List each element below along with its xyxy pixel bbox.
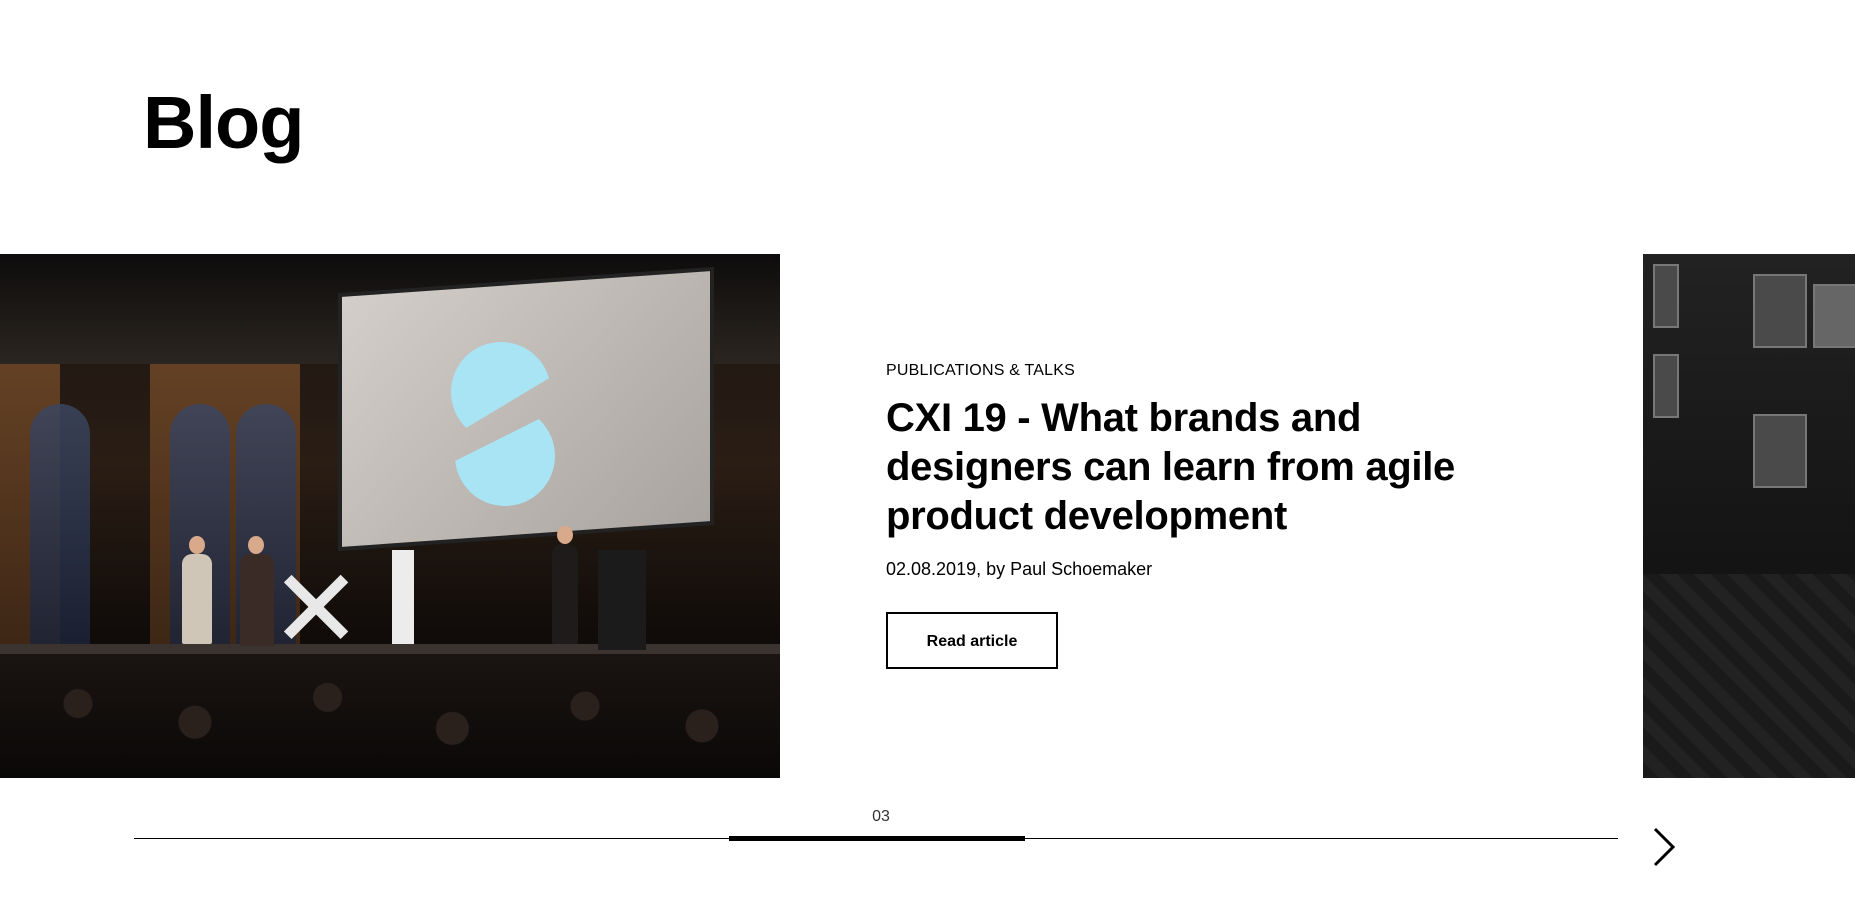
- read-article-button[interactable]: Read article: [886, 612, 1058, 669]
- slider-progress-indicator[interactable]: [729, 836, 1025, 841]
- article-category[interactable]: PUBLICATIONS & TALKS: [886, 362, 1486, 380]
- slide-counter: 03: [872, 808, 890, 825]
- next-article-image[interactable]: [1643, 254, 1855, 778]
- next-slide-button[interactable]: [1645, 822, 1685, 872]
- article-image[interactable]: ✕: [0, 254, 780, 778]
- page-title: Blog: [143, 81, 304, 164]
- article-card: PUBLICATIONS & TALKS CXI 19 - What brand…: [886, 362, 1486, 669]
- article-title[interactable]: CXI 19 - What brands and designers can l…: [886, 394, 1486, 541]
- article-meta: 02.08.2019, by Paul Schoemaker: [886, 559, 1153, 579]
- chevron-right-icon: [1653, 827, 1676, 867]
